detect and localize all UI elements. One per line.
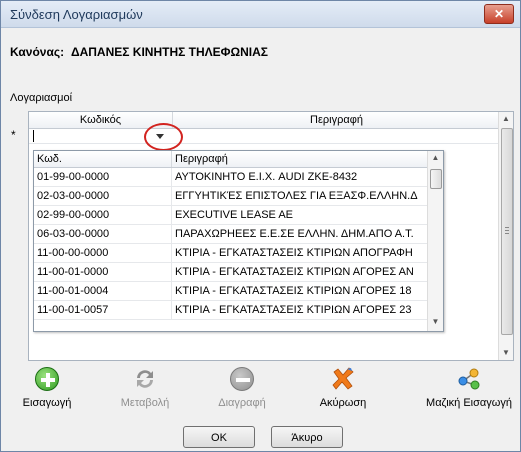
remove-icon — [230, 367, 254, 391]
dropdown-row[interactable]: 11-00-01-0000 ΚΤΙΡΙΑ - ΕΓΚΑΤΑΣΤΑΣΕΙΣ ΚΤΙ… — [34, 263, 427, 282]
accounts-grid-header: Κωδικός Περιγραφή — [29, 112, 499, 129]
dropdown-column-description[interactable]: Περιγραφή — [175, 153, 228, 165]
highlight-circle — [144, 123, 183, 151]
row-description: ΑΥΤΟΚΙΝΗΤΟ Ε.Ι.Χ. AUDI ZKE-8432 — [175, 171, 358, 183]
row-code: 01-99-00-0000 — [37, 171, 110, 183]
row-description: ΚΤΙΡΙΑ - ΕΓΚΑΤΑΣΤΑΣΕΙΣ ΚΤΙΡΙΩΝ ΑΓΟΡΕΣ ΑΝ — [175, 266, 414, 278]
close-button[interactable]: ✕ — [484, 4, 514, 24]
row-description: ΚΤΙΡΙΑ - ΕΓΚΑΤΑΣΤΑΣΕΙΣ ΚΤΙΡΙΩΝ ΑΓΟΡΕΣ 23 — [175, 304, 412, 316]
cancel-button[interactable]: Άκυρο — [271, 426, 343, 448]
ok-button[interactable]: OK — [183, 426, 255, 448]
row-code: 06-03-00-0000 — [37, 228, 110, 240]
refresh-icon — [133, 367, 157, 391]
text-cursor — [33, 130, 34, 142]
column-header-description[interactable]: Περιγραφή — [172, 114, 500, 126]
dropdown-row[interactable]: 06-03-00-0000 ΠΑΡΑΧΩΡΗΕΕΣ Ε.Ε.ΣΕ ΕΛΛΗΝ. … — [34, 225, 427, 244]
column-header-code[interactable]: Κωδικός — [29, 114, 172, 126]
dropdown-scrollbar-thumb[interactable] — [430, 169, 442, 189]
edit-button[interactable]: Μεταβολή — [105, 367, 185, 409]
dropdown-row[interactable]: 11-00-00-0000 ΚΤΙΡΙΑ - ΕΓΚΑΤΑΣΤΑΣΕΙΣ ΚΤΙ… — [34, 244, 427, 263]
rule-label: Κανόνας: — [10, 45, 65, 59]
add-icon — [35, 367, 59, 391]
dropdown-row[interactable]: 11-00-01-0004 ΚΤΙΡΙΑ - ΕΓΚΑΤΑΣΤΑΣΕΙΣ ΚΤΙ… — [34, 282, 427, 301]
cancel-action-button[interactable]: Ακύρωση — [303, 367, 383, 409]
dropdown-column-divider — [171, 151, 172, 167]
title-bar[interactable]: Σύνδεση Λογαριασμών ✕ — [1, 1, 520, 28]
row-code: 02-03-00-0000 — [37, 190, 110, 202]
grid-vertical-scrollbar[interactable]: ▲ ▼ — [498, 112, 513, 360]
x-icon — [331, 367, 355, 391]
dropdown-row[interactable]: 02-03-00-0000 ΕΓΓΥΗΤΙΚΈΣ ΕΠΙΣΤΟΛΕΣ ΓΙΑ Ε… — [34, 187, 427, 206]
dropdown-row[interactable]: 02-99-00-0000 EXECUTIVE LEASE AE — [34, 206, 427, 225]
dropdown-header: Κωδ. Περιγραφή — [34, 151, 427, 168]
row-code: 11-00-01-0057 — [37, 304, 109, 316]
row-code: 11-00-01-0004 — [37, 285, 109, 297]
scroll-up-arrow-icon[interactable]: ▲ — [428, 151, 443, 165]
edit-button-label: Μεταβολή — [120, 397, 170, 409]
scroll-down-arrow-icon[interactable]: ▼ — [428, 315, 443, 329]
code-dropdown-list[interactable]: Κωδ. Περιγραφή 01-99-00-0000 ΑΥΤΟΚΙΝΗΤΟ … — [33, 150, 444, 332]
row-description: EXECUTIVE LEASE AE — [175, 209, 293, 221]
row-description: ΕΓΓΥΗΤΙΚΈΣ ΕΠΙΣΤΟΛΕΣ ΓΙΑ ΕΞΑΣΦ.ΕΛΛΗΝ.Δ — [175, 190, 418, 202]
close-icon: ✕ — [493, 7, 505, 21]
row-code: 11-00-00-0000 — [37, 247, 109, 259]
rule-heading: Κανόνας: ΔΑΠΑΝΕΣ ΚΙΝΗΤΗΣ ΤΗΛΕΦΩΝΙΑΣ — [10, 45, 268, 59]
delete-button-label: Διαγραφή — [218, 397, 266, 409]
network-icon — [457, 367, 481, 391]
rule-value: ΔΑΠΑΝΕΣ ΚΙΝΗΤΗΣ ΤΗΛΕΦΩΝΙΑΣ — [70, 45, 268, 59]
dropdown-column-code[interactable]: Κωδ. — [37, 153, 62, 165]
dropdown-scrollbar[interactable]: ▲ ▼ — [427, 151, 443, 331]
dialog-window: Σύνδεση Λογαριασμών ✕ Κανόνας: ΔΑΠΑΝΕΣ Κ… — [0, 0, 521, 452]
row-code: 11-00-01-0000 — [37, 266, 109, 278]
new-row-marker: * — [11, 128, 16, 142]
scrollbar-thumb[interactable] — [501, 128, 513, 335]
row-description: ΠΑΡΑΧΩΡΗΕΕΣ Ε.Ε.ΣΕ ΕΛΛΗΝ. ΔΗΜ.ΑΠΟ Α.Τ. — [175, 228, 414, 240]
window-title: Σύνδεση Λογαριασμών — [10, 7, 143, 22]
delete-button[interactable]: Διαγραφή — [202, 367, 282, 409]
cancel-action-label: Ακύρωση — [319, 397, 367, 409]
scroll-up-arrow-icon[interactable]: ▲ — [499, 112, 513, 126]
new-row[interactable]: * — [11, 123, 499, 151]
accounts-section-label: Λογαριασμοί — [10, 92, 73, 104]
add-button-label: Εισαγωγή — [22, 397, 72, 409]
bulk-add-button[interactable]: Μαζική Εισαγωγή — [419, 367, 519, 409]
row-description: ΚΤΙΡΙΑ - ΕΓΚΑΤΑΣΤΑΣΕΙΣ ΚΤΙΡΙΩΝ ΑΠΟΓΡΑΦΗ — [175, 247, 413, 259]
row-description: ΚΤΙΡΙΑ - ΕΓΚΑΤΑΣΤΑΣΕΙΣ ΚΤΙΡΙΩΝ ΑΓΟΡΕΣ 18 — [175, 285, 412, 297]
row-code: 02-99-00-0000 — [37, 209, 110, 221]
dropdown-row[interactable]: 11-00-01-0057 ΚΤΙΡΙΑ - ΕΓΚΑΤΑΣΤΑΣΕΙΣ ΚΤΙ… — [34, 301, 427, 320]
dropdown-row[interactable]: 01-99-00-0000 ΑΥΤΟΚΙΝΗΤΟ Ε.Ι.Χ. AUDI ZKE… — [34, 168, 427, 187]
scroll-down-arrow-icon[interactable]: ▼ — [499, 346, 513, 360]
add-button[interactable]: Εισαγωγή — [7, 367, 87, 409]
bulk-add-label: Μαζική Εισαγωγή — [426, 397, 512, 409]
